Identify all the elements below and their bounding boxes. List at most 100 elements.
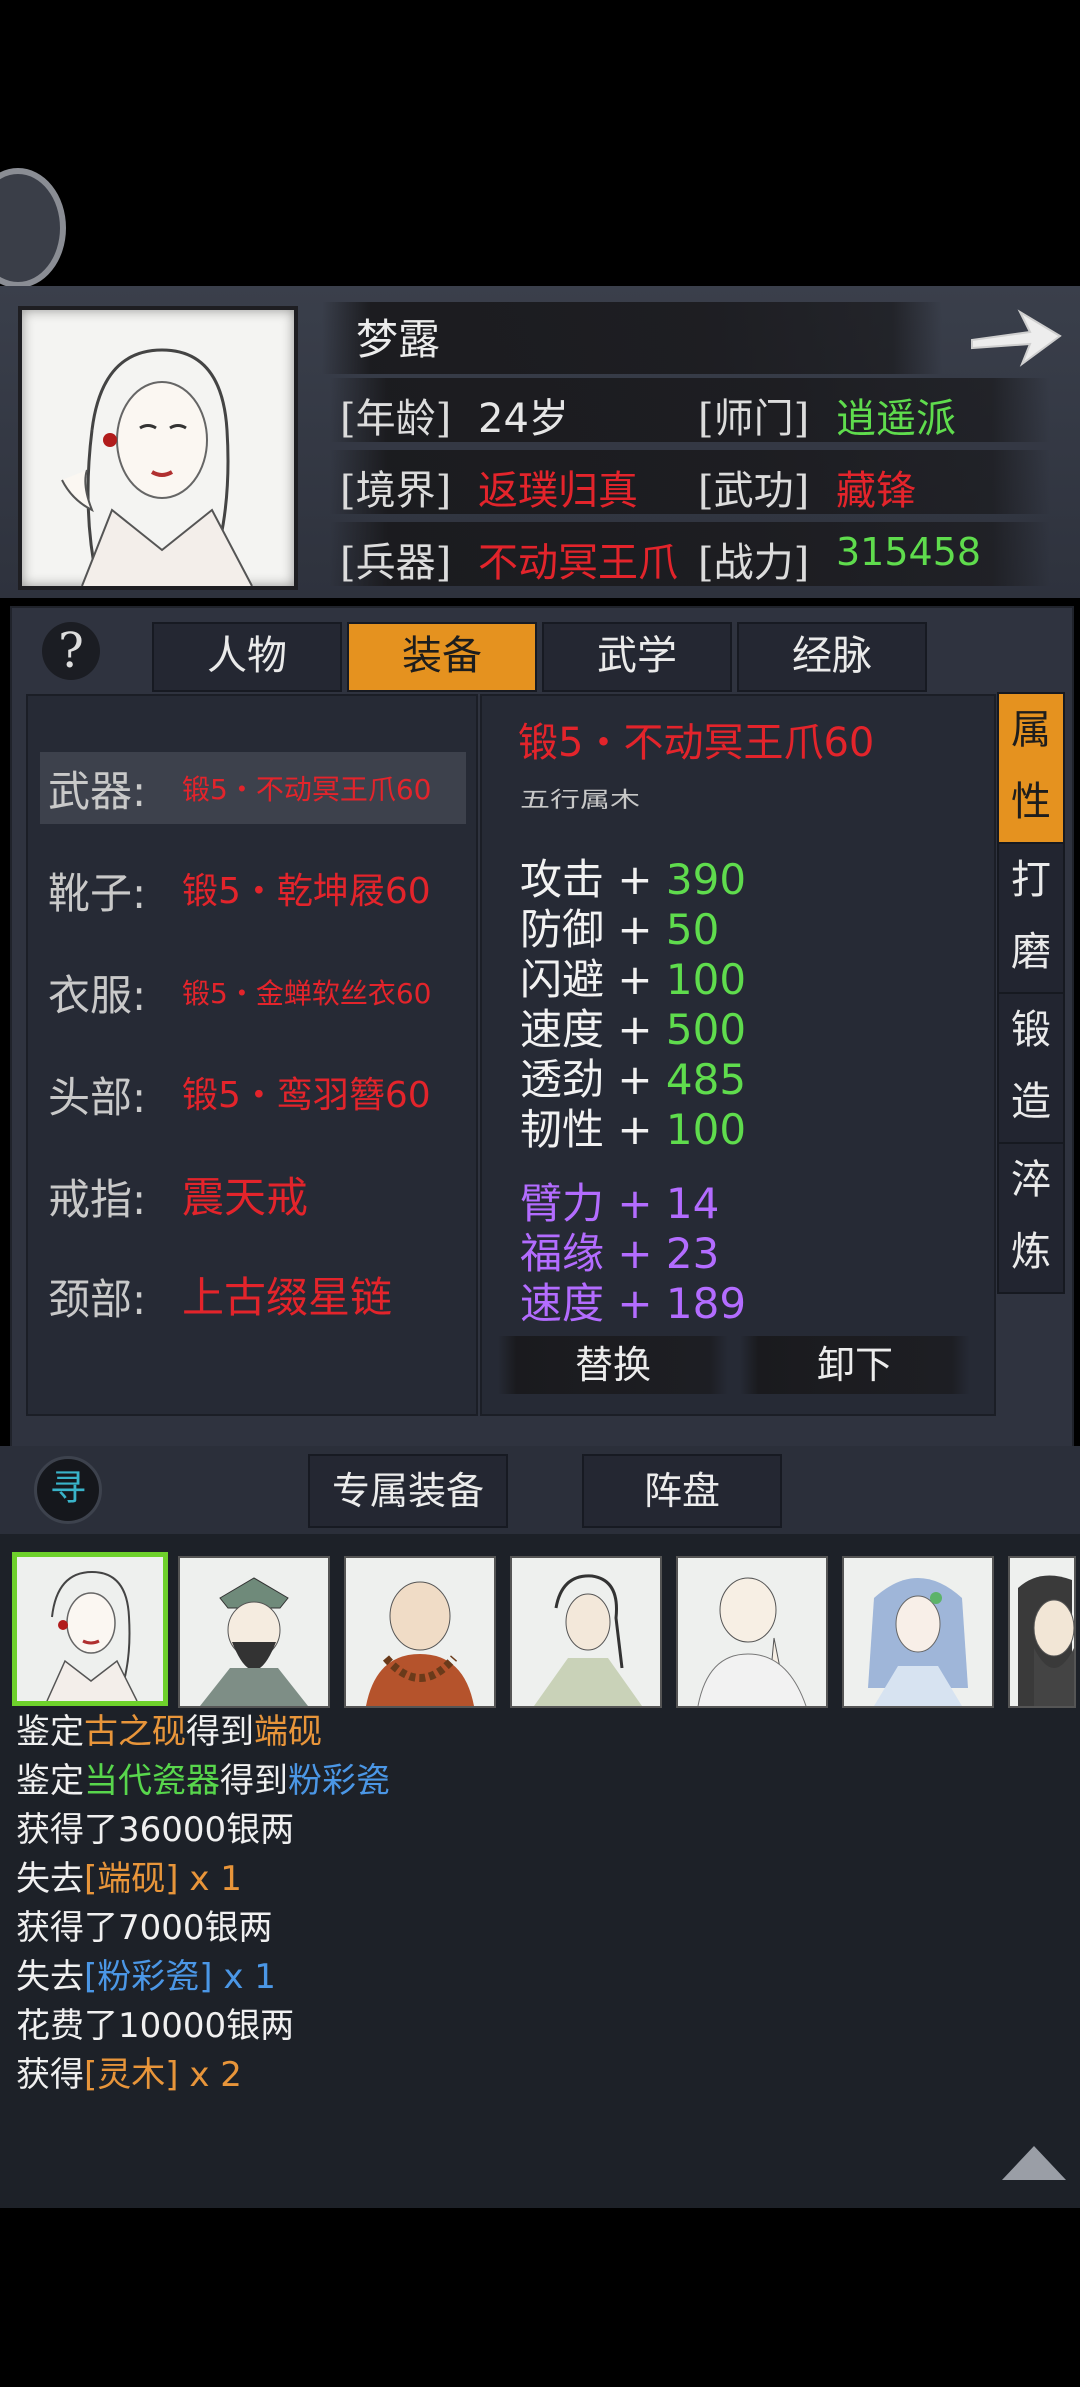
replace-button-label: 替换 xyxy=(574,1343,651,1387)
sidetab-attributes-label: 属性 xyxy=(1011,707,1051,825)
log-line-7-part-1: 花费了10000银两 xyxy=(16,2006,295,2046)
tab-equipment-label: 装备 xyxy=(402,633,482,679)
tab-martial-arts-label: 武学 xyxy=(597,633,677,679)
bonus-speed-value: 189 xyxy=(665,1279,747,1328)
log-line-1: 鉴定古之砚得到端砚 xyxy=(16,1704,322,1753)
avatar-monk-beads[interactable] xyxy=(344,1556,496,1708)
corner-avatar-ring[interactable] xyxy=(0,168,66,288)
sidetab-attributes[interactable]: 属性 xyxy=(997,692,1065,844)
tab-equipment[interactable]: 装备 xyxy=(347,622,537,692)
log-line-1-part-3: 得到 xyxy=(186,1712,254,1752)
log-line-6: 失去[粉彩瓷] x 1 xyxy=(16,1949,276,1998)
tab-martial-arts[interactable]: 武学 xyxy=(542,622,732,692)
woman-portrait-icon xyxy=(61,348,253,586)
weapon-value: 不动冥王爪 xyxy=(478,540,678,586)
stat-toughness: 韧性 + 100 xyxy=(520,1096,746,1157)
slot-boots-value: 锻5・乾坤屐60 xyxy=(182,871,431,912)
stat-toughness-value: 100 xyxy=(665,1105,747,1154)
next-arrow-icon[interactable] xyxy=(968,302,1064,376)
replace-button[interactable]: 替换 xyxy=(498,1336,728,1394)
power-label: [战力] xyxy=(698,540,810,586)
tab-character-label: 人物 xyxy=(207,633,287,679)
bonus-speed-sign: + xyxy=(604,1279,666,1328)
log-line-2: 鉴定当代瓷器得到粉彩瓷 xyxy=(16,1753,390,1802)
log-line-2-part-3: 得到 xyxy=(220,1761,288,1801)
slot-clothes-value: 锻5・金蝉软丝衣60 xyxy=(182,977,432,1010)
slot-neck-value: 上古缀星链 xyxy=(182,1273,393,1322)
sidetab-forge[interactable]: 锻造 xyxy=(997,992,1065,1144)
avatar-fairy[interactable] xyxy=(842,1556,994,1708)
slot-ring-label: 戒指: xyxy=(48,1175,147,1224)
log-line-2-part-1: 鉴定 xyxy=(16,1761,84,1801)
log-line-1-part-1: 鉴定 xyxy=(16,1712,84,1752)
unequip-button-label: 卸下 xyxy=(816,1343,893,1387)
bonus-speed: 速度 + 189 xyxy=(520,1270,746,1331)
tab-character[interactable]: 人物 xyxy=(152,622,342,692)
slot-head-value: 锻5・鸾羽簪60 xyxy=(182,1075,431,1116)
sidetab-temper[interactable]: 淬炼 xyxy=(997,1142,1065,1294)
age-value: 24岁 xyxy=(478,396,569,442)
log-line-3-part-1: 获得了36000银两 xyxy=(16,1810,295,1850)
help-symbol: ? xyxy=(58,623,84,679)
help-icon[interactable]: ? xyxy=(42,622,100,680)
slot-neck-label: 颈部: xyxy=(48,1275,147,1324)
slot-weapon-value: 锻5・不动冥王爪60 xyxy=(182,773,432,806)
formation-label: 阵盘 xyxy=(643,1469,720,1513)
woman-avatar-icon xyxy=(46,1570,138,1701)
age-label: [年龄] xyxy=(340,396,452,442)
scroll-up-icon[interactable] xyxy=(1000,2142,1068,2186)
log-line-8-part-1: 获得 xyxy=(16,2055,84,2095)
slot-boots-label: 靴子: xyxy=(48,869,147,918)
sidetab-polish-label: 打磨 xyxy=(1011,857,1051,975)
log-line-5: 获得了7000银两 xyxy=(16,1900,273,1949)
slot-ring-value: 震天戒 xyxy=(182,1173,309,1222)
log-line-6-part-2: [粉彩瓷] x 1 xyxy=(84,1957,276,1997)
log-line-1-part-2: 古之砚 xyxy=(84,1712,186,1752)
slot-weapon-label: 武器: xyxy=(48,767,147,816)
item-element: 五行属木 xyxy=(520,787,640,813)
character-portrait[interactable] xyxy=(18,306,298,590)
tab-meridians-label: 经脉 xyxy=(792,633,872,679)
weapon-label: [兵器] xyxy=(340,540,452,586)
bearded-man-avatar-icon xyxy=(1018,1575,1074,1706)
avatar-swordsman[interactable] xyxy=(510,1556,662,1708)
log-line-6-part-1: 失去 xyxy=(16,1957,84,1997)
scholar-avatar-icon xyxy=(200,1577,308,1706)
tab-meridians[interactable]: 经脉 xyxy=(737,622,927,692)
sidetab-temper-label: 淬炼 xyxy=(1011,1157,1051,1275)
stat-toughness-sign: + xyxy=(604,1105,666,1154)
log-line-4-part-1: 失去 xyxy=(16,1859,84,1899)
fairy-avatar-icon xyxy=(868,1578,968,1706)
avatar-young-monk[interactable] xyxy=(676,1556,828,1708)
log-line-1-part-4: 端砚 xyxy=(254,1712,322,1752)
bottom-button-bar xyxy=(0,1446,1080,1534)
item-title: 锻5・不动冥王爪60 xyxy=(518,720,875,766)
bonus-speed-name: 速度 xyxy=(520,1279,605,1328)
slot-head-label: 头部: xyxy=(48,1073,147,1122)
school-value: 逍遥派 xyxy=(836,396,956,442)
martial-skill-value: 藏锋 xyxy=(836,468,916,514)
log-line-8-part-2: [灵木] x 2 xyxy=(84,2055,242,2095)
power-value: 315458 xyxy=(836,530,982,574)
formation-button[interactable]: 阵盘 xyxy=(582,1454,782,1528)
exclusive-equipment-button[interactable]: 专属装备 xyxy=(308,1454,508,1528)
sidetab-forge-label: 锻造 xyxy=(1011,1007,1051,1125)
exclusive-equipment-label: 专属装备 xyxy=(331,1469,484,1513)
sidetab-polish[interactable]: 打磨 xyxy=(997,842,1065,994)
log-line-2-part-2: 当代瓷器 xyxy=(84,1761,220,1801)
swordsman-avatar-icon xyxy=(534,1574,642,1706)
martial-skill-label: [武功] xyxy=(698,468,810,514)
avatar-menglu[interactable] xyxy=(12,1552,168,1706)
search-seek-char: 寻 xyxy=(49,1468,86,1509)
unequip-button[interactable]: 卸下 xyxy=(740,1336,970,1394)
avatar-scholar[interactable] xyxy=(178,1556,330,1708)
search-seek-icon[interactable]: 寻 xyxy=(34,1456,102,1524)
realm-value: 返璞归真 xyxy=(478,468,638,514)
log-line-7: 花费了10000银两 xyxy=(16,1998,294,2047)
avatar-bearded-man[interactable] xyxy=(1008,1556,1076,1708)
monk-avatar-icon xyxy=(366,1581,474,1706)
log-line-4-part-2: [端砚] x 1 xyxy=(84,1859,242,1899)
school-label: [师门] xyxy=(698,396,810,442)
character-name: 梦露 xyxy=(356,315,441,364)
young-monk-avatar-icon xyxy=(697,1577,807,1706)
